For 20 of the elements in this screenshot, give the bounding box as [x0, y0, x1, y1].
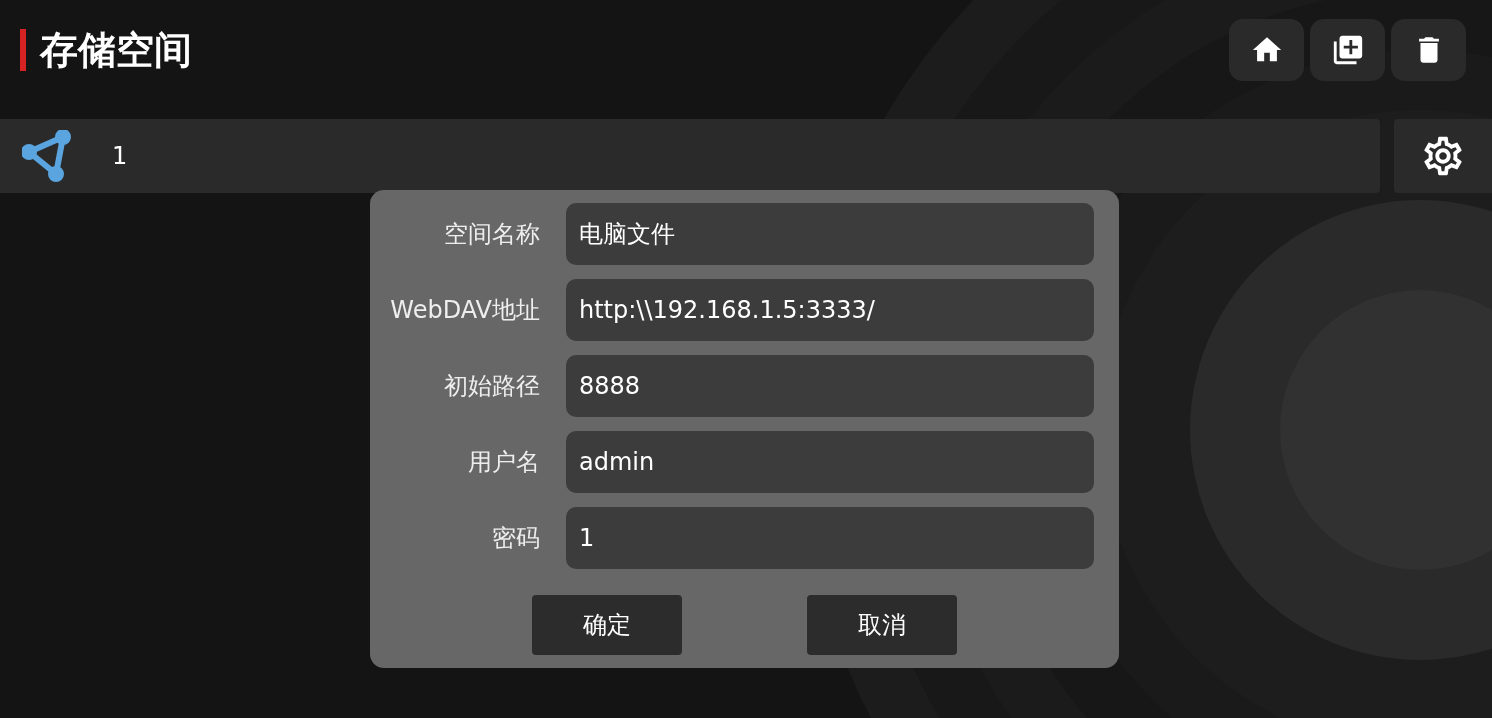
- field-label: 密码: [491, 523, 540, 554]
- input-field[interactable]: 电脑文件: [566, 203, 1094, 265]
- input-field[interactable]: 8888: [566, 355, 1094, 417]
- input-field[interactable]: 1: [566, 507, 1094, 569]
- storage-name: 1: [112, 142, 128, 170]
- input-field[interactable]: admin: [566, 431, 1094, 493]
- page-title: 存储空间: [40, 26, 192, 74]
- delete-button[interactable]: [1391, 19, 1466, 81]
- confirm-button[interactable]: 确定: [532, 595, 682, 655]
- settings-button[interactable]: [1394, 119, 1492, 193]
- storage-item[interactable]: 1: [0, 119, 1380, 193]
- cancel-button[interactable]: 取消: [807, 595, 957, 655]
- home-button[interactable]: [1229, 19, 1304, 81]
- field-label: 用户名: [467, 447, 540, 478]
- add-button[interactable]: [1310, 19, 1385, 81]
- field-label: WebDAV地址: [389, 295, 540, 326]
- input-field[interactable]: http:\\192.168.1.5:3333/: [566, 279, 1094, 341]
- field-label: 空间名称: [443, 219, 540, 250]
- node-graph-icon: [22, 130, 72, 182]
- field-label: 初始路径: [443, 371, 540, 402]
